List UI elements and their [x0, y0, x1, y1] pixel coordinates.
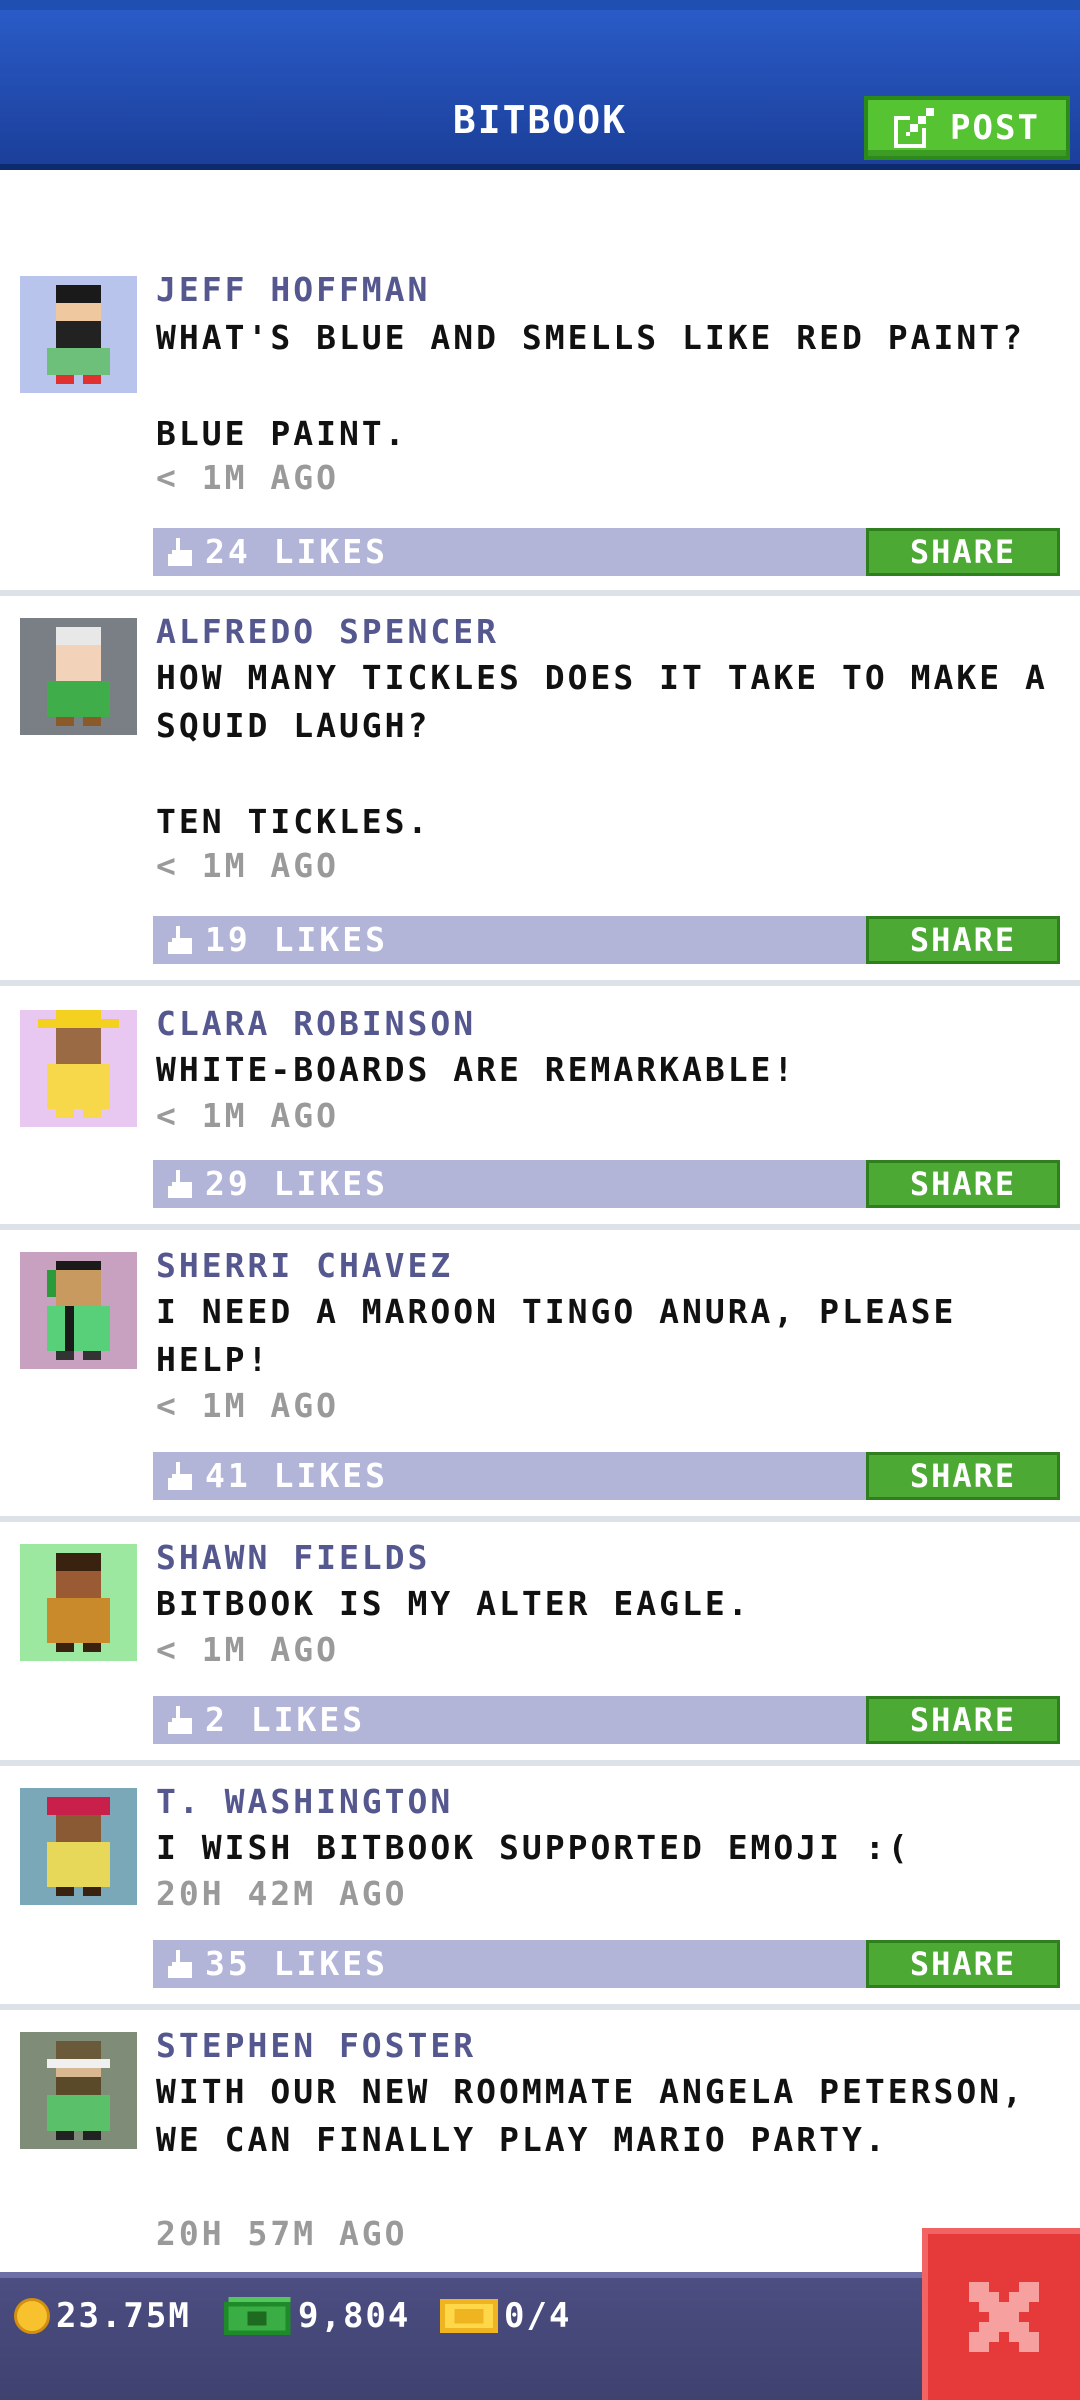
likes-count[interactable]: 35 LIKES	[205, 1944, 388, 1983]
thumbs-up-icon	[168, 1950, 192, 1978]
avatar[interactable]	[20, 1010, 137, 1127]
feed-post: JEFF HOFFMAN WHAT'S BLUE AND SMELLS LIKE…	[0, 176, 1080, 598]
coins-value: 23.75M	[56, 2296, 191, 2336]
likes-bar: 35 LIKES SHARE	[153, 1940, 1060, 1988]
feed-post: T. WASHINGTON I WISH BITBOOK SUPPORTED E…	[0, 1766, 1080, 2012]
likes-count[interactable]: 2 LIKES	[205, 1700, 365, 1739]
avatar[interactable]	[20, 1788, 137, 1905]
avatar[interactable]	[20, 2032, 137, 2149]
post-text: WHAT'S BLUE AND SMELLS LIKE RED PAINT? B…	[156, 318, 1025, 453]
likes-count[interactable]: 24 LIKES	[205, 532, 388, 571]
likes-bar: 24 LIKES SHARE	[153, 528, 1060, 576]
feed-post: SHERRI CHAVEZ I NEED A MAROON TINGO ANUR…	[0, 1230, 1080, 1524]
post-text: WHITE-BOARDS ARE REMARKABLE!	[156, 1050, 797, 1089]
post-time: < 1M AGO	[156, 1096, 339, 1135]
cash-value: 9,804	[298, 2296, 411, 2336]
avatar-image	[47, 1797, 110, 1896]
post-button-label: POST	[950, 108, 1040, 148]
likes-bar: 41 LIKES SHARE	[153, 1452, 1060, 1500]
thumbs-up-icon	[168, 1170, 192, 1198]
bitbook-app: BITBOOK POST JEFF HOFFMAN WHAT'S BLUE AN…	[0, 0, 1080, 2400]
likes-count[interactable]: 19 LIKES	[205, 920, 388, 959]
post-text: BITBOOK IS MY ALTER EAGLE.	[156, 1584, 751, 1623]
coins-stat: 23.75M	[14, 2296, 191, 2336]
share-button[interactable]: SHARE	[866, 1452, 1060, 1500]
header-bar: BITBOOK POST	[0, 0, 1080, 170]
avatar-image	[47, 285, 110, 384]
feed-post: ALFREDO SPENCER HOW MANY TICKLES DOES IT…	[0, 596, 1080, 988]
post-text: I WISH BITBOOK SUPPORTED EMOJI :(	[156, 1828, 911, 1867]
avatar-image	[38, 1010, 119, 1118]
avatar[interactable]	[20, 1544, 137, 1661]
post-text: HOW MANY TICKLES DOES IT TAKE TO MAKE A …	[156, 658, 1048, 841]
post-author[interactable]: JEFF HOFFMAN	[156, 270, 430, 309]
avatar[interactable]	[20, 618, 137, 735]
post-text: WITH OUR NEW ROOMMATE ANGELA PETERSON, W…	[156, 2072, 1048, 2159]
tickets-stat: 0/4	[440, 2296, 571, 2336]
ticket-icon	[440, 2299, 498, 2333]
post-time: < 1M AGO	[156, 458, 339, 497]
post-author[interactable]: CLARA ROBINSON	[156, 1004, 476, 1043]
feed-post: STEPHEN FOSTER WITH OUR NEW ROOMMATE ANG…	[0, 2010, 1080, 2272]
post-author[interactable]: SHERRI CHAVEZ	[156, 1246, 453, 1285]
thumbs-up-icon	[168, 1706, 192, 1734]
post-time: < 1M AGO	[156, 846, 339, 885]
coin-icon	[14, 2298, 50, 2334]
feed-list[interactable]: JEFF HOFFMAN WHAT'S BLUE AND SMELLS LIKE…	[0, 176, 1080, 2272]
tickets-value: 0/4	[504, 2296, 572, 2336]
post-time: 20H 42M AGO	[156, 1874, 408, 1913]
thumbs-up-icon	[168, 538, 192, 566]
likes-bar: 29 LIKES SHARE	[153, 1160, 1060, 1208]
post-time: < 1M AGO	[156, 1386, 339, 1425]
post-author[interactable]: T. WASHINGTON	[156, 1782, 453, 1821]
status-bar: 23.75M 9,804 0/4	[0, 2272, 1080, 2400]
share-button[interactable]: SHARE	[866, 528, 1060, 576]
post-author[interactable]: ALFREDO SPENCER	[156, 612, 499, 651]
share-button[interactable]: SHARE	[866, 916, 1060, 964]
likes-bar: 2 LIKES SHARE	[153, 1696, 1060, 1744]
close-icon	[969, 2282, 1039, 2352]
avatar-image	[47, 627, 110, 726]
avatar-image	[47, 1261, 110, 1360]
feed-post: SHAWN FIELDS BITBOOK IS MY ALTER EAGLE. …	[0, 1522, 1080, 1768]
close-button[interactable]	[922, 2228, 1080, 2400]
share-button[interactable]: SHARE	[866, 1940, 1060, 1988]
avatar[interactable]	[20, 276, 137, 393]
avatar-image	[47, 1553, 110, 1652]
post-time: < 1M AGO	[156, 1630, 339, 1669]
cash-stat: 9,804	[222, 2296, 410, 2336]
cash-icon	[223, 2297, 291, 2335]
share-button[interactable]: SHARE	[866, 1696, 1060, 1744]
feed-post: CLARA ROBINSON WHITE-BOARDS ARE REMARKAB…	[0, 986, 1080, 1232]
post-author[interactable]: STEPHEN FOSTER	[156, 2026, 476, 2065]
likes-count[interactable]: 29 LIKES	[205, 1164, 388, 1203]
share-button[interactable]: SHARE	[866, 1160, 1060, 1208]
avatar-image	[47, 2041, 110, 2140]
avatar[interactable]	[20, 1252, 137, 1369]
likes-count[interactable]: 41 LIKES	[205, 1456, 388, 1495]
post-time: 20H 57M AGO	[156, 2214, 408, 2253]
thumbs-up-icon	[168, 1462, 192, 1490]
edit-icon	[894, 108, 935, 148]
post-button[interactable]: POST	[864, 96, 1070, 160]
likes-bar: 19 LIKES SHARE	[153, 916, 1060, 964]
post-author[interactable]: SHAWN FIELDS	[156, 1538, 430, 1577]
thumbs-up-icon	[168, 926, 192, 954]
post-text: I NEED A MAROON TINGO ANURA, PLEASE HELP…	[156, 1292, 980, 1379]
